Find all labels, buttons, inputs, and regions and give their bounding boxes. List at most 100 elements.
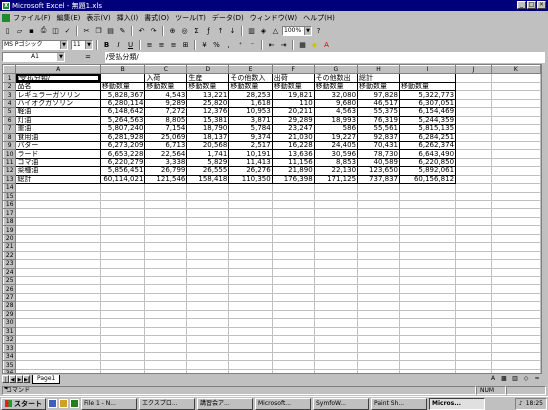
cell[interactable] [314, 301, 359, 311]
copy-icon[interactable]: ❐ [93, 25, 104, 36]
cell[interactable] [228, 192, 273, 202]
cell[interactable] [186, 251, 230, 261]
cell[interactable] [314, 217, 359, 227]
cell[interactable]: 60,114,021 [99, 174, 146, 185]
cell[interactable] [399, 200, 457, 210]
next-sheet-icon[interactable]: ▶ [16, 375, 23, 383]
cell[interactable] [491, 276, 541, 286]
cell[interactable] [144, 259, 188, 269]
cell[interactable] [15, 192, 101, 202]
cell[interactable] [144, 268, 188, 277]
spellcheck-icon[interactable]: ✓ [62, 25, 73, 36]
row-header[interactable]: 24 [3, 267, 17, 277]
cell[interactable] [357, 293, 400, 303]
row-header[interactable]: 1 [3, 73, 17, 83]
row-header[interactable]: 21 [3, 242, 17, 252]
cell[interactable]: 移動数量 [271, 81, 315, 92]
cell[interactable]: 26,555 [186, 166, 230, 176]
cell[interactable]: 6,280,114 [99, 98, 146, 109]
cell[interactable] [228, 335, 273, 345]
cell[interactable] [186, 284, 230, 294]
print-preview-icon[interactable]: ◫ [50, 25, 61, 36]
cell[interactable] [399, 225, 457, 235]
cell[interactable] [15, 343, 101, 353]
function-icon[interactable]: ƒ [203, 25, 214, 36]
cell[interactable]: 3,871 [228, 115, 273, 126]
menu-help[interactable]: ヘルプ(H) [303, 13, 335, 23]
cell[interactable]: 4,543 [144, 90, 188, 100]
cell[interactable] [15, 217, 101, 227]
cell[interactable] [399, 276, 457, 286]
cell[interactable]: 76,319 [357, 115, 400, 126]
cell[interactable] [99, 73, 146, 83]
row-header[interactable]: 29 [3, 309, 17, 320]
row-header[interactable]: 3 [3, 90, 17, 100]
cell[interactable]: 97,828 [357, 90, 400, 100]
cell[interactable]: 6,284,251 [398, 132, 457, 142]
cell[interactable] [455, 251, 492, 261]
cell[interactable] [491, 217, 541, 227]
cell[interactable] [228, 293, 273, 303]
row-header[interactable]: 16 [3, 199, 17, 210]
cell[interactable] [100, 208, 146, 218]
cell[interactable] [272, 284, 315, 294]
cell[interactable] [357, 259, 400, 269]
cell[interactable] [455, 141, 492, 151]
minimize-button[interactable]: _ [517, 1, 526, 9]
cell[interactable]: 171,125 [313, 174, 359, 185]
row-header[interactable]: 28 [3, 301, 17, 311]
cell[interactable] [399, 327, 457, 337]
cell[interactable] [186, 208, 230, 218]
cell[interactable] [228, 251, 273, 261]
cell[interactable]: 30,596 [313, 149, 359, 159]
row-header[interactable]: 14 [3, 183, 17, 193]
cell[interactable] [455, 200, 492, 210]
cut-icon[interactable]: ✂ [81, 25, 92, 36]
cell[interactable]: 4,563 [313, 107, 359, 117]
row-header[interactable]: 23 [3, 259, 17, 269]
cell[interactable] [491, 99, 541, 109]
cell[interactable] [357, 343, 400, 353]
cell[interactable]: 7,272 [144, 107, 188, 117]
cell[interactable]: 24,405 [313, 140, 359, 151]
volume-icon[interactable]: ♪ [519, 399, 523, 409]
cell[interactable] [100, 251, 146, 261]
sort-ascending-icon[interactable]: ↑ [215, 25, 226, 36]
cell[interactable] [314, 318, 359, 328]
cell[interactable]: 15,381 [186, 115, 230, 126]
underline-icon[interactable]: U [125, 39, 136, 50]
cell[interactable] [186, 234, 230, 244]
cell[interactable] [357, 217, 400, 227]
cell[interactable] [186, 268, 230, 277]
cell[interactable] [15, 352, 101, 362]
spreadsheet-grid[interactable]: ABCDEFGHIJK 1/受払分類/入荷 生産 その他数入 出荷 その他数出 総計 2 品名… [2, 64, 542, 374]
cell[interactable]: 1,618 [228, 98, 273, 109]
row-header[interactable]: 17 [3, 208, 17, 218]
cell[interactable]: 移動数量 [398, 81, 457, 92]
cell[interactable] [100, 301, 146, 311]
cell[interactable] [491, 335, 541, 345]
font-size-select[interactable]: 11 ▼ [71, 39, 93, 50]
cell[interactable]: 6,273,209 [99, 140, 146, 151]
cell[interactable] [357, 251, 400, 261]
cell[interactable] [314, 192, 359, 202]
cell[interactable]: 総計 [357, 73, 400, 83]
cell[interactable]: レギュラーガソリン [15, 90, 101, 100]
cell[interactable] [228, 242, 273, 252]
cell[interactable]: 6,220,850 [398, 157, 457, 168]
hyperlink-icon[interactable]: ⊕ [167, 25, 178, 36]
cell[interactable] [272, 225, 315, 235]
cell[interactable]: 18,993 [313, 115, 359, 126]
italic-icon[interactable]: I [113, 39, 124, 50]
column-header[interactable]: F [271, 65, 315, 75]
cell[interactable]: ゴマ油 [15, 157, 101, 168]
cell[interactable] [491, 318, 541, 328]
task-course[interactable]: 講習会ア... [197, 397, 253, 410]
cell[interactable] [15, 208, 101, 218]
cell[interactable] [100, 284, 146, 294]
cell[interactable] [15, 327, 101, 337]
cell[interactable] [144, 251, 188, 261]
cell[interactable] [314, 251, 359, 261]
cell[interactable]: 78,730 [357, 149, 400, 159]
cell[interactable] [491, 301, 541, 311]
